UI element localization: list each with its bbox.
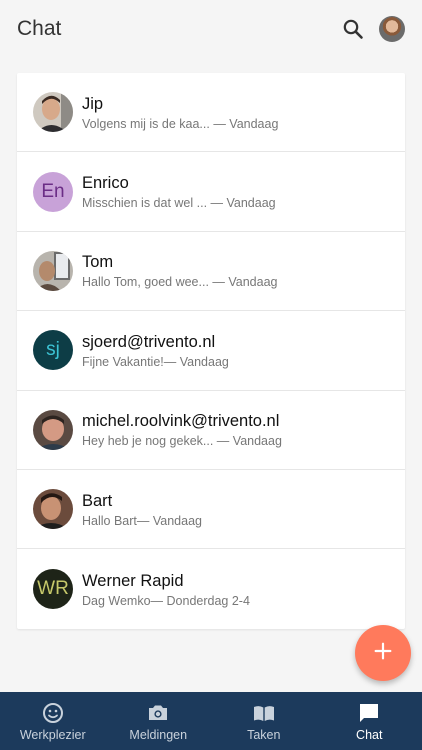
plus-icon: [372, 640, 394, 667]
chat-name: Enrico: [82, 174, 129, 193]
chat-preview: Hallo Bart— Vandaag: [82, 513, 202, 528]
nav-item-werkplezier[interactable]: Werkplezier: [0, 692, 106, 750]
nav-item-meldingen[interactable]: Meldingen: [106, 692, 212, 750]
avatar: [33, 250, 73, 291]
avatar-initials: sj: [46, 339, 60, 361]
chat-item-sjoerd[interactable]: sj sjoerd@trivento.nl Fijne Vakantie!— V…: [17, 311, 405, 391]
book-icon: [252, 701, 276, 725]
smiley-icon: [41, 701, 65, 725]
page-title: Chat: [17, 17, 62, 40]
camera-icon: [146, 701, 170, 725]
avatar: [33, 92, 73, 133]
avatar: [33, 489, 73, 530]
profile-avatar[interactable]: [379, 16, 405, 42]
chat-preview: Misschien is dat wel ... — Vandaag: [82, 196, 276, 211]
chat-preview: Hey heb je nog gekek... — Vandaag: [82, 434, 282, 449]
chat-name: Jip: [82, 94, 104, 113]
nav-label: Taken: [247, 727, 281, 742]
avatar: sj: [33, 330, 73, 371]
chat-item-enrico[interactable]: En Enrico Misschien is dat wel ... — Van…: [17, 152, 405, 232]
chat-item-bart[interactable]: Bart Hallo Bart— Vandaag: [17, 470, 405, 550]
chat-item-tom[interactable]: Tom Hallo Tom, goed wee... — Vandaag: [17, 232, 405, 312]
chat-list: Jip Volgens mij is de kaa... — Vandaag E…: [17, 73, 405, 629]
nav-label: Meldingen: [129, 727, 188, 742]
chat-preview: Hallo Tom, goed wee... — Vandaag: [82, 275, 278, 290]
chat-preview: Volgens mij is de kaa... — Vandaag: [82, 116, 279, 131]
chat-preview: Fijne Vakantie!— Vandaag: [82, 354, 229, 369]
chat-name: Werner Rapid: [82, 571, 184, 590]
chat-name: Bart: [82, 491, 113, 510]
nav-label: Werkplezier: [19, 727, 86, 742]
app-bar: Chat: [0, 0, 422, 58]
chat-name: Tom: [82, 253, 114, 272]
chat-item-werner[interactable]: WR Werner Rapid Dag Wemko— Donderdag 2-4: [17, 549, 405, 628]
chat-name: michel.roolvink@trivento.nl: [82, 412, 280, 431]
chat-preview: Dag Wemko— Donderdag 2-4: [82, 593, 250, 608]
search-icon[interactable]: [341, 17, 365, 41]
avatar-initials: En: [41, 180, 65, 202]
nav-label: Chat: [356, 727, 383, 742]
nav-item-chat[interactable]: Chat: [317, 692, 422, 750]
chat-item-michel[interactable]: michel.roolvink@trivento.nl Hey heb je n…: [17, 391, 405, 470]
nav-item-taken[interactable]: Taken: [211, 692, 317, 750]
avatar: WR: [33, 569, 73, 610]
avatar: [33, 409, 73, 450]
bottom-nav: Werkplezier Meldingen Taken Chat: [0, 692, 422, 750]
avatar-initials: WR: [37, 578, 69, 600]
chat-bubble-icon: [357, 701, 381, 725]
chat-item-jip[interactable]: Jip Volgens mij is de kaa... — Vandaag: [17, 73, 405, 153]
new-chat-button[interactable]: [355, 625, 411, 681]
avatar: En: [33, 171, 73, 212]
chat-name: sjoerd@trivento.nl: [82, 332, 216, 351]
